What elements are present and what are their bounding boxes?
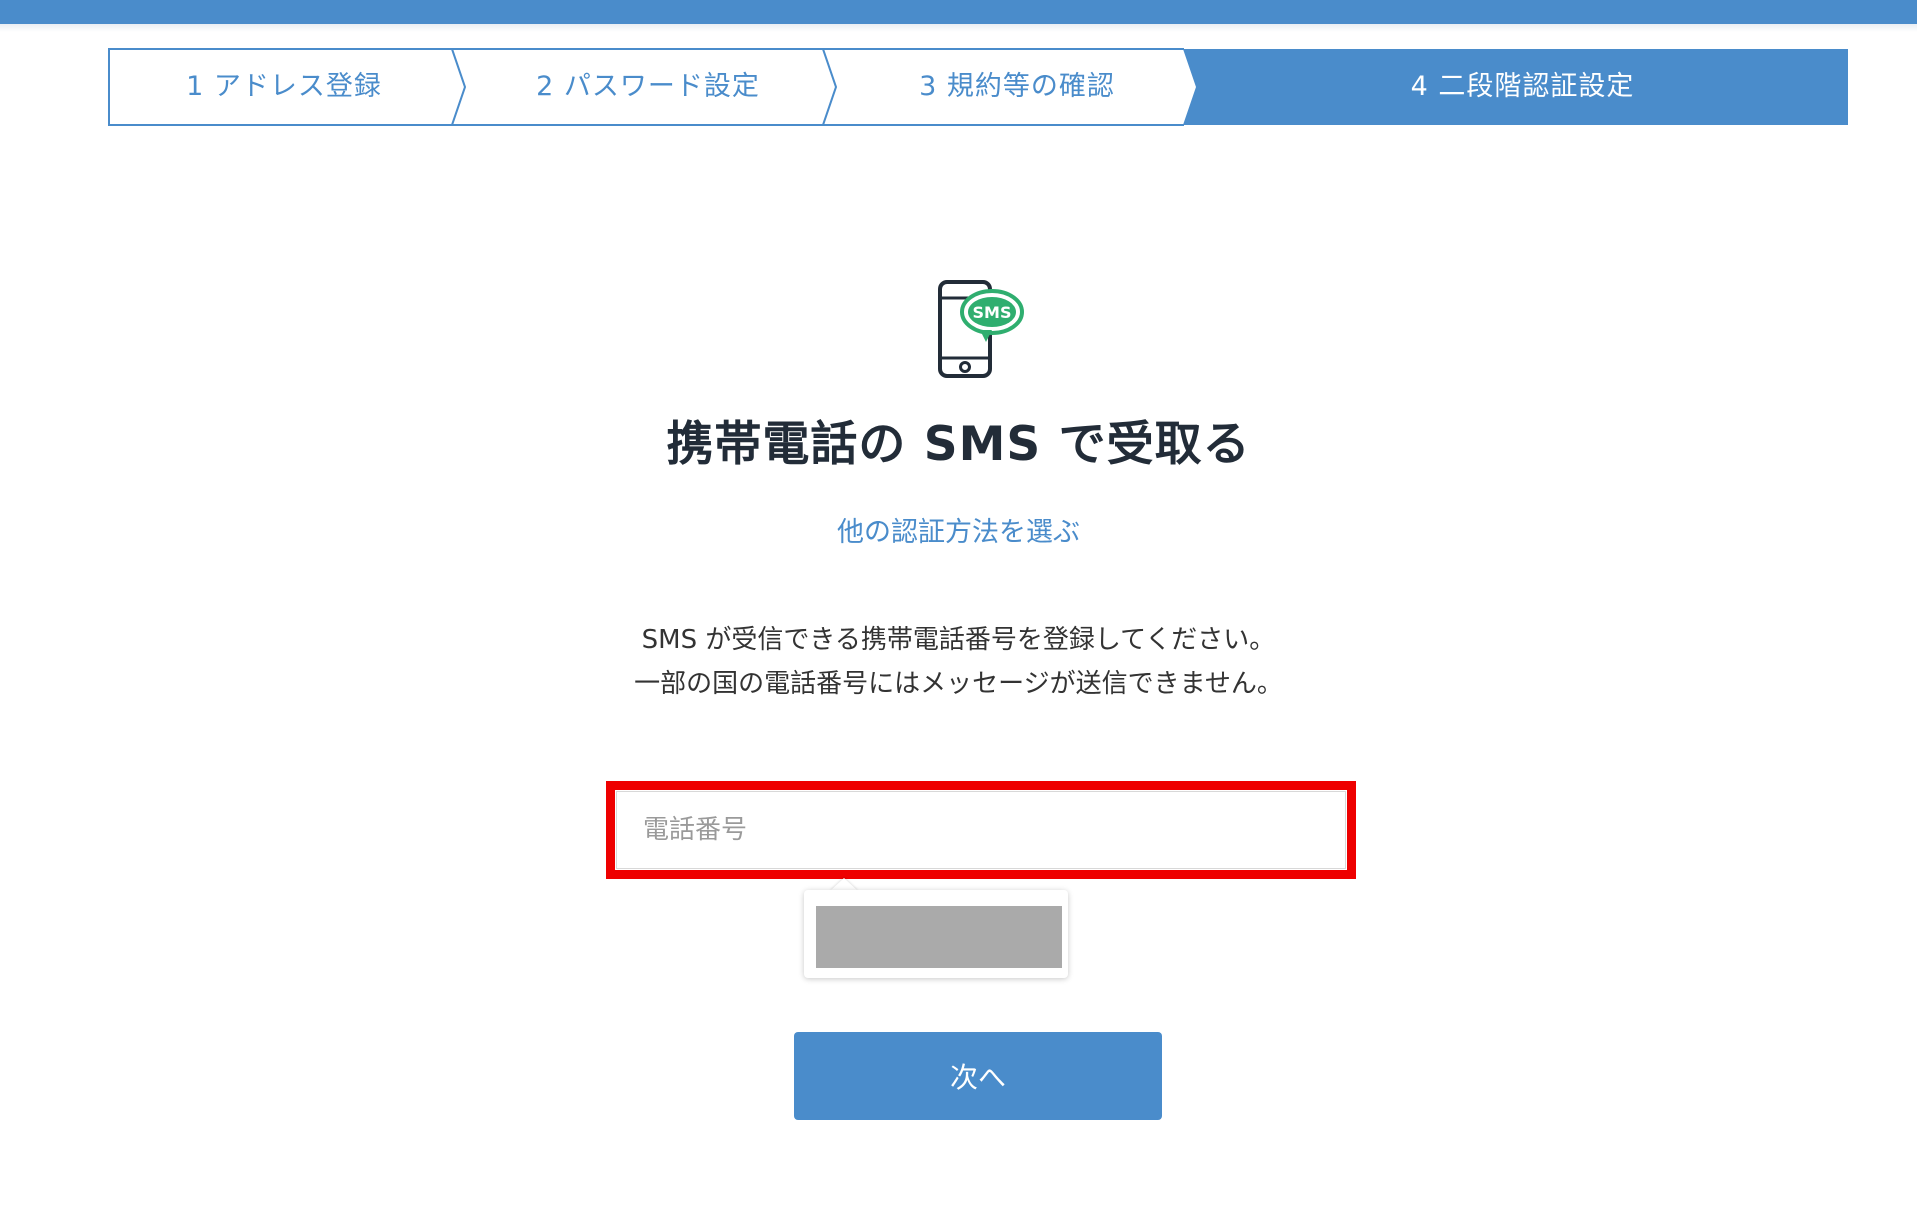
instructions-line-1: SMS が受信できる携帯電話番号を登録してください。	[641, 625, 1276, 655]
page-title: 携帯電話の SMS で受取る	[666, 417, 1251, 472]
header-shadow	[0, 24, 1917, 32]
phone-sms-icon: SMS	[936, 280, 1028, 380]
step-3-terms: 3 規約等の確認	[919, 71, 1115, 102]
sms-badge-text: SMS	[973, 303, 1012, 322]
instructions-line-2: 一部の国の電話番号にはメッセージが送信できません。	[634, 669, 1283, 699]
progress-stepper: 1 アドレス登録 2 パスワード設定 3 規約等の確認 4 二段階認証設定	[108, 48, 1849, 126]
instructions: SMS が受信できる携帯電話番号を登録してください。 一部の国の電話番号にはメッ…	[0, 618, 1917, 706]
step-2-password: 2 パスワード設定	[536, 71, 760, 102]
top-header-bar	[0, 0, 1917, 24]
step-1-address: 1 アドレス登録	[186, 71, 382, 102]
phone-number-input[interactable]	[616, 791, 1346, 869]
redacted-tooltip-content	[816, 906, 1062, 968]
choose-other-method-link[interactable]: 他の認証方法を選ぶ	[0, 510, 1917, 549]
step-4-two-factor: 4 二段階認証設定	[1410, 71, 1635, 102]
next-button[interactable]: 次へ	[794, 1032, 1162, 1120]
input-tooltip	[804, 890, 1068, 978]
